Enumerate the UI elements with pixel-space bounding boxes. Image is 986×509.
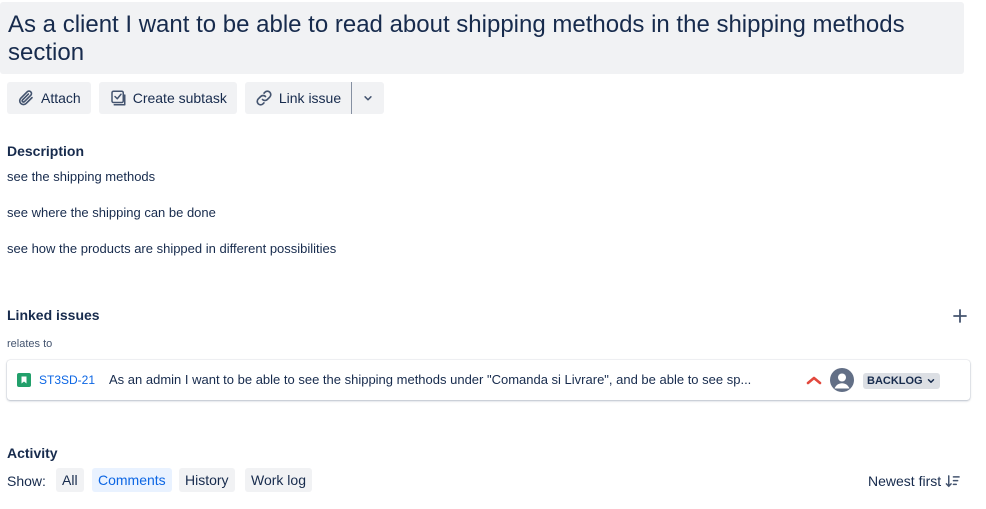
relation-type-label: relates to bbox=[7, 338, 53, 350]
filter-history-button[interactable]: History bbox=[179, 468, 235, 492]
description-line: see where the shipping can be done bbox=[7, 205, 216, 220]
issue-title[interactable]: As a client I want to be able to read ab… bbox=[8, 11, 956, 67]
linked-issues-heading: Linked issues bbox=[7, 307, 100, 323]
status-lozenge-dropdown[interactable]: BACKLOG bbox=[863, 373, 940, 389]
description-line: see how the products are shipped in diff… bbox=[7, 241, 337, 256]
sort-label: Newest first bbox=[868, 473, 942, 489]
more-actions-dropdown[interactable] bbox=[352, 82, 384, 114]
priority-high-icon bbox=[806, 376, 822, 385]
description-heading: Description bbox=[7, 143, 85, 159]
attach-label: Attach bbox=[41, 90, 81, 106]
chevron-down-icon bbox=[927, 379, 934, 383]
link-issue-split-button: Link issue bbox=[244, 82, 385, 114]
show-label: Show: bbox=[7, 473, 46, 489]
issue-action-toolbar: Attach Create subtask Link issue bbox=[7, 82, 385, 114]
sort-order-button[interactable]: Newest first bbox=[868, 473, 960, 489]
filter-comments-button[interactable]: Comments bbox=[92, 468, 172, 492]
activity-heading: Activity bbox=[7, 445, 58, 461]
create-subtask-button[interactable]: Create subtask bbox=[98, 82, 237, 114]
link-icon bbox=[256, 90, 272, 106]
story-icon bbox=[17, 373, 31, 387]
filter-all-button[interactable]: All bbox=[56, 468, 84, 492]
create-subtask-label: Create subtask bbox=[132, 90, 227, 106]
link-issue-label: Link issue bbox=[278, 90, 342, 106]
description-line: see the shipping methods bbox=[7, 169, 156, 184]
paperclip-icon bbox=[18, 90, 33, 106]
filter-worklog-button[interactable]: Work log bbox=[245, 468, 312, 492]
user-icon bbox=[834, 373, 850, 389]
status-label: BACKLOG bbox=[867, 375, 923, 387]
assignee-avatar[interactable] bbox=[830, 368, 854, 392]
add-linked-issue-icon[interactable] bbox=[950, 306, 970, 326]
subtask-icon bbox=[110, 90, 126, 106]
chevron-down-icon bbox=[364, 96, 372, 101]
link-issue-button[interactable]: Link issue bbox=[245, 82, 351, 114]
linked-issue-key[interactable]: ST3SD-21 bbox=[39, 373, 95, 387]
linked-issue-summary[interactable]: As an admin I want to be able to see the… bbox=[109, 372, 795, 387]
attach-button[interactable]: Attach bbox=[7, 82, 91, 114]
issue-title-container[interactable]: As a client I want to be able to read ab… bbox=[0, 2, 964, 74]
sort-descending-icon bbox=[945, 474, 960, 487]
linked-issue-row[interactable]: ST3SD-21 As an admin I want to be able t… bbox=[7, 360, 970, 400]
